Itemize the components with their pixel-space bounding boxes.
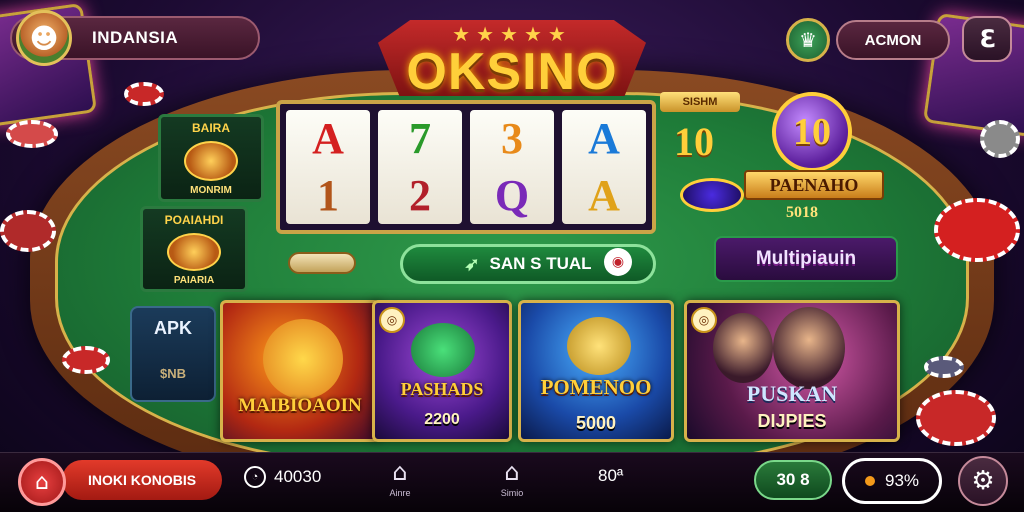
account-button[interactable]: ACMON [836,20,950,60]
game-tile[interactable]: POMENOO 5000 [518,300,674,442]
poker-chip [980,120,1020,158]
game-tile[interactable]: MAIBIOAOIN [220,300,380,442]
spin-label: SAN S TUAL [489,254,592,273]
bonus-banner[interactable]: PAENAHO [744,170,884,200]
home-icon[interactable]: ⌂ [18,458,66,506]
poker-chip [6,120,58,148]
poker-chip [916,390,996,446]
horn-icon [567,317,631,375]
tile-value: DIJPIES [757,411,827,431]
card-caption: MONRIM [190,185,232,196]
reel-1: A 1 [286,110,370,224]
bonus-eye-icon [680,178,744,212]
reel-symbol: 2 [409,170,431,220]
character-portrait [713,313,773,383]
poker-chip [924,356,964,378]
tile-value: 5000 [575,413,617,433]
reel-symbol: 1 [317,170,339,220]
avatar-icon[interactable]: ☻ [16,10,72,66]
timer-value: 40030 [274,467,322,486]
badge-icon: ◎ [379,307,405,333]
status-dot-icon [864,476,875,486]
reel-symbol: Q [494,170,530,220]
card-caption: PAIARIA [173,275,215,286]
left-promo-card[interactable]: POAIAHDI PAIARIA [140,206,248,292]
tile-title: MAIBIOAOIN [238,395,362,416]
reel-2: 7 2 [378,110,462,224]
timer-readout: ◔ 40030 [244,466,321,488]
card-title: POAIAHDI [164,213,224,227]
exit-icon[interactable]: ℇ [962,16,1012,62]
mascot-icon [263,319,343,399]
character-portrait [773,307,845,389]
percent-value: 93% [884,471,920,490]
reel-3: 3 Q [470,110,554,224]
timer-icon: ◔ [244,466,266,488]
reel-symbol: 3 [501,113,523,163]
badge-icon: ◎ [691,307,717,333]
reel-symbol: A [588,113,620,163]
jackpot-orb[interactable]: 10 [772,92,852,172]
mascot-icon [184,141,238,181]
nav-label: Ainre [389,488,411,498]
game-tile[interactable]: ◎ PUSKAN DIJPIES [684,300,900,442]
nav-item-simio[interactable]: ⌂ Simio [482,460,542,498]
percent-dial[interactable]: 93% [842,458,942,504]
treasure-icon [411,323,475,377]
bonus-value: 5018 [786,204,818,221]
chip-tray-icon [288,252,356,274]
multiplier-button[interactable]: Multipiauin [714,236,898,282]
spin-icon: ➶ [464,253,480,274]
tile-title: POMENOO [540,375,652,399]
tile-title: PASHADS [400,379,484,399]
jackpot-value: 10 [674,119,714,164]
card-title: BAIRA [192,121,230,135]
counter-text: 80ª [598,466,624,485]
poker-chip [124,82,164,106]
tile-value: 2200 [424,411,460,428]
gear-icon[interactable]: ⚙ [958,456,1008,506]
record-icon[interactable]: ◉ [604,248,632,276]
poker-chip [934,198,1020,262]
home-icon: ⌂ [504,458,520,486]
region-label: INDANSIA [92,28,179,47]
jackpot-label: SISHM [660,92,740,112]
game-tile[interactable]: ◎ PASHADS 2200 [372,300,512,442]
reel-symbol: 7 [409,113,431,163]
poker-chip [0,210,56,252]
nav-item-ainre[interactable]: ⌂ Ainre [370,460,430,498]
home-icon: ⌂ [392,458,408,486]
reel-4: A A [562,110,646,224]
reel-frame: A 1 7 2 3 Q A A [276,100,656,234]
wallet-icon[interactable]: ♛ [786,18,830,62]
nav-label: Simio [500,488,524,498]
apk-label: APK [153,318,192,338]
reel-symbol: A [312,113,344,163]
reel-symbol: A [588,170,620,220]
poker-chip [62,346,110,374]
mascot-icon [167,233,221,271]
tile-title: PUSKAN [746,381,838,406]
logo-title: OKSINO [406,43,618,101]
apk-sub-label: $NB [159,366,186,381]
bet-button[interactable]: 30 8 [754,460,832,500]
promo-button[interactable]: INOKI KONOBIS [62,460,222,500]
left-promo-card[interactable]: BAIRA MONRIM [158,114,264,202]
